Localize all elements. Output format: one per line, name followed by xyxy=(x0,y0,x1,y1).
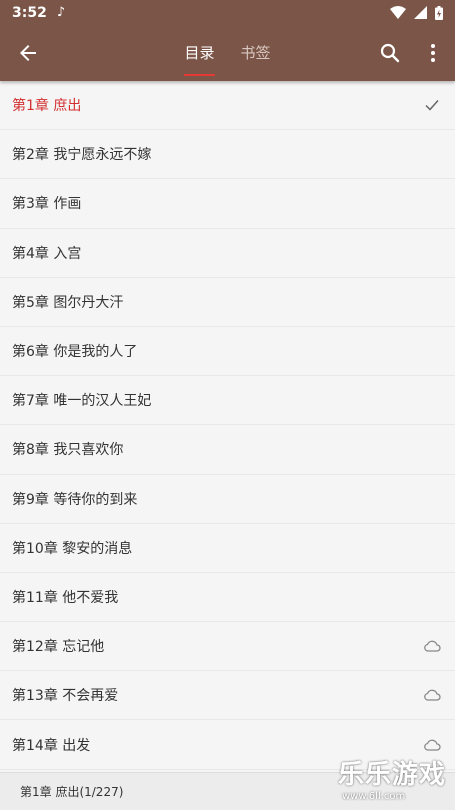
chapter-title: 第6章 你是我的人了 xyxy=(12,344,138,361)
chapter-title: 第11章 他不爱我 xyxy=(12,589,119,606)
status-time: 3:52 xyxy=(12,4,47,21)
watermark-name: 乐乐游戏 xyxy=(338,760,447,790)
chapter-row[interactable]: 第13章 不会再爱 xyxy=(0,671,455,721)
chapter-title: 第5章 图尔丹大汗 xyxy=(12,294,124,311)
chapter-title: 第7章 唯一的汉人王妃 xyxy=(12,393,152,410)
row-spacer xyxy=(421,438,443,460)
battery-icon xyxy=(435,5,443,20)
chapter-title: 第3章 作画 xyxy=(12,196,82,213)
chapter-title: 第13章 不会再爱 xyxy=(12,688,119,705)
chapter-title: 第2章 我宁愿永远不嫁 xyxy=(12,147,152,164)
current-chapter-progress: 第1章 庶出(1/227) xyxy=(20,785,124,799)
chapter-row[interactable]: 第7章 唯一的汉人王妃 xyxy=(0,376,455,426)
chapter-title: 第1章 庶出 xyxy=(12,98,82,115)
chapter-row[interactable]: 第1章 庶出 xyxy=(0,81,455,131)
chapter-row[interactable]: 第6章 你是我的人了 xyxy=(0,327,455,377)
cloud-icon xyxy=(421,684,443,706)
status-icons xyxy=(390,5,443,20)
tiktok-icon: ♪ xyxy=(56,5,66,20)
row-spacer xyxy=(421,488,443,510)
chapter-row[interactable]: 第5章 图尔丹大汗 xyxy=(0,278,455,327)
chapter-title: 第12章 忘记他 xyxy=(12,639,105,656)
wifi-icon xyxy=(390,6,406,19)
row-spacer xyxy=(421,291,443,313)
check-icon xyxy=(421,94,443,116)
chapter-row[interactable]: 第10章 黎安的消息 xyxy=(0,524,455,573)
app-bar: 目录 书签 xyxy=(0,25,455,81)
chapter-row[interactable]: 第12章 忘记他 xyxy=(0,622,455,672)
chapter-list: 第1章 庶出第2章 我宁愿永远不嫁 第3章 作画 第4章 入宫第5章 图尔丹大汗 第6… xyxy=(0,81,455,770)
chapter-title: 第9章 等待你的到来 xyxy=(12,491,138,508)
cloud-icon xyxy=(421,734,443,756)
row-spacer xyxy=(421,143,443,165)
row-spacer xyxy=(421,586,443,608)
more-vert-icon[interactable] xyxy=(421,41,445,65)
chapter-row[interactable]: 第11章 他不爱我 xyxy=(0,573,455,623)
cloud-icon xyxy=(421,635,443,657)
chapter-row[interactable]: 第9章 等待你的到来 xyxy=(0,475,455,524)
chapter-title: 第10章 黎安的消息 xyxy=(12,540,133,557)
row-spacer xyxy=(421,389,443,411)
row-spacer xyxy=(421,537,443,559)
row-spacer xyxy=(421,340,443,362)
chapter-row[interactable]: 第3章 作画 xyxy=(0,179,455,229)
tab-bookmarks[interactable]: 书签 xyxy=(228,25,284,81)
chapter-title: 第8章 我只喜欢你 xyxy=(12,442,124,459)
signal-icon xyxy=(414,6,427,19)
chapter-title: 第4章 入宫 xyxy=(12,245,82,262)
chapter-row[interactable]: 第4章 入宫 xyxy=(0,229,455,278)
chapter-title: 第14章 出发 xyxy=(12,737,91,754)
chapter-row[interactable]: 第2章 我宁愿永远不嫁 xyxy=(0,130,455,180)
tab-contents[interactable]: 目录 xyxy=(171,25,227,81)
watermark-url: www.6ll.com xyxy=(342,791,406,802)
row-spacer xyxy=(421,192,443,214)
status-bar: 3:52 ♪ xyxy=(0,0,455,25)
watermark-logo: 乐乐游戏 www.6ll.com xyxy=(338,760,455,810)
search-icon[interactable] xyxy=(378,41,402,65)
chapter-row[interactable]: 第8章 我只喜欢你 xyxy=(0,425,455,475)
row-spacer xyxy=(421,242,443,264)
